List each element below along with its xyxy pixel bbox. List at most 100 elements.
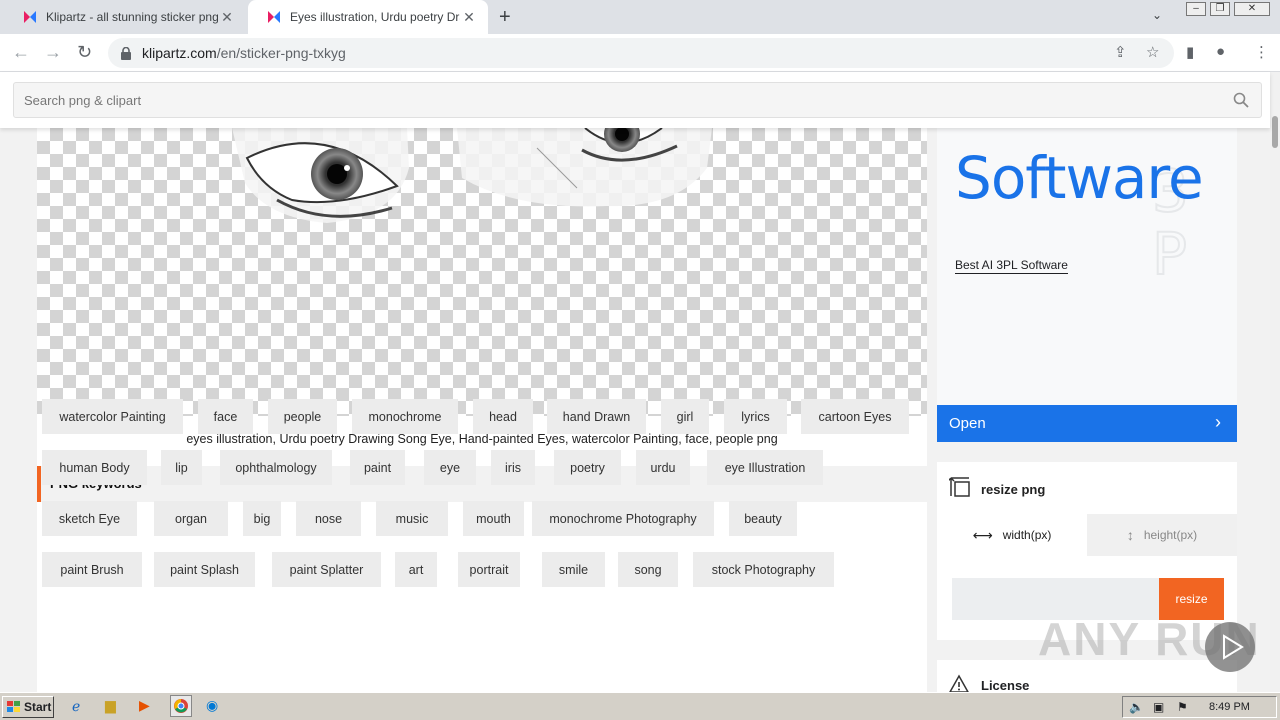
search-icon[interactable]	[1233, 92, 1249, 108]
keyword-tag[interactable]: lip	[161, 450, 202, 485]
browser-tab-2-active[interactable]: Eyes illustration, Urdu poetry Drawing S…	[248, 0, 488, 34]
edge-icon[interactable]: ◉	[206, 697, 218, 714]
main-column: eyes illustration, Urdu poetry Drawing S…	[37, 128, 927, 692]
width-tab-label: width(px)	[1002, 528, 1052, 542]
keyword-tag[interactable]: people	[268, 399, 337, 434]
minimize-icon[interactable]: –	[1186, 2, 1206, 16]
width-tab[interactable]: ⟷ width(px)	[937, 514, 1087, 556]
search-input[interactable]: Search png & clipart	[13, 82, 1262, 118]
tab-title: Klipartz - all stunning sticker png imag…	[46, 10, 218, 24]
search-placeholder: Search png & clipart	[24, 92, 142, 108]
keyword-tag[interactable]: monochrome	[352, 399, 458, 434]
share-icon[interactable]: ⇪	[1114, 43, 1127, 61]
new-tab-icon[interactable]: +	[499, 6, 511, 28]
menu-kebab-icon[interactable]: ⋮	[1254, 43, 1269, 61]
keyword-tag[interactable]: cartoon Eyes	[801, 399, 909, 434]
keyword-tag[interactable]: urdu	[636, 450, 690, 485]
reload-icon[interactable]: ↻	[77, 41, 92, 63]
flag-icon[interactable]: ⚑	[1177, 700, 1188, 714]
back-icon[interactable]: ←	[12, 41, 30, 63]
close-tab-icon[interactable]: ✕	[460, 9, 478, 26]
keyword-tag-list: watercolor Painting face people monochrome h…	[37, 399, 927, 692]
keyword-tag[interactable]: sketch Eye	[42, 501, 137, 536]
forward-icon[interactable]: →	[44, 41, 62, 63]
lock-icon	[121, 46, 131, 60]
height-arrows-icon: ↕	[1126, 527, 1134, 543]
ad-headline: Software	[955, 144, 1204, 212]
keyword-tag[interactable]: eye Illustration	[707, 450, 823, 485]
clock: 8:49 PM	[1209, 701, 1250, 713]
resize-icon	[949, 477, 970, 497]
chevron-right-icon: ›	[1215, 412, 1221, 432]
keyword-tag[interactable]: face	[198, 399, 253, 434]
height-tab-label: height(px)	[1143, 528, 1198, 542]
keyword-tag[interactable]: human Body	[42, 450, 147, 485]
tab-search-chevron-icon[interactable]: ⌄	[1152, 8, 1162, 22]
side-panel-icon[interactable]: ▮	[1186, 43, 1194, 61]
keyword-tag[interactable]: watercolor Painting	[42, 399, 183, 434]
keyword-tag[interactable]: art	[395, 552, 437, 587]
warning-triangle-icon	[949, 674, 969, 692]
keyword-tag[interactable]: iris	[491, 450, 535, 485]
windows-taskbar: Start ℯ ▆ ▶ ◉ 🔈 ▣ ⚑ 8:49 PM	[0, 692, 1280, 720]
keyword-tag[interactable]: mouth	[463, 501, 524, 536]
address-bar[interactable]: klipartz.com/en/sticker-png-txkyg	[108, 38, 1174, 68]
url-path: /en/sticker-png-txkyg	[216, 45, 346, 61]
bookmark-star-icon[interactable]: ☆	[1146, 43, 1159, 61]
start-button[interactable]: Start	[2, 696, 54, 718]
system-tray: 🔈 ▣ ⚑ 8:49 PM	[1122, 696, 1277, 718]
keyword-tag[interactable]: stock Photography	[693, 552, 834, 587]
close-tab-icon[interactable]: ✕	[218, 9, 236, 26]
scrollbar-thumb[interactable]	[1272, 116, 1278, 148]
keyword-tag[interactable]: eye	[424, 450, 476, 485]
chrome-icon	[174, 699, 188, 713]
network-icon[interactable]: ▣	[1153, 700, 1164, 714]
keyword-tag[interactable]: ophthalmology	[220, 450, 332, 485]
page-content: eyes illustration, Urdu poetry Drawing S…	[0, 128, 1270, 692]
klipartz-favicon-icon	[24, 11, 36, 23]
ad-subtitle-link[interactable]: Best AI 3PL Software	[955, 258, 1068, 274]
sidebar: 3 P Software Best AI 3PL Software Open ›…	[937, 128, 1237, 692]
volume-icon[interactable]: 🔈	[1129, 700, 1144, 714]
keyword-tag[interactable]: paint	[350, 450, 405, 485]
ad-banner[interactable]: 3 P Software Best AI 3PL Software	[937, 128, 1237, 405]
folder-icon[interactable]: ▆	[105, 697, 116, 714]
keyword-tag[interactable]: smile	[542, 552, 605, 587]
keyword-tag[interactable]: monochrome Photography	[532, 501, 714, 536]
height-tab[interactable]: ↕ height(px)	[1087, 514, 1237, 556]
keyword-tag[interactable]: portrait	[458, 552, 520, 587]
tab-title: Eyes illustration, Urdu poetry Drawing S…	[290, 10, 460, 24]
site-header: Search png & clipart	[0, 72, 1270, 128]
keyword-tag[interactable]: lyrics	[724, 399, 787, 434]
png-preview-image[interactable]	[37, 128, 927, 416]
close-window-icon[interactable]: ✕	[1234, 2, 1270, 16]
chrome-taskbar-button[interactable]	[170, 695, 192, 717]
keyword-tag[interactable]: song	[618, 552, 678, 587]
browser-tab-1[interactable]: Klipartz - all stunning sticker png imag…	[4, 0, 246, 34]
keyword-tag[interactable]: big	[243, 501, 281, 536]
license-title: License	[981, 678, 1030, 692]
keyword-tag[interactable]: hand Drawn	[547, 399, 646, 434]
page-scrollbar[interactable]	[1270, 72, 1280, 692]
keyword-tag[interactable]: girl	[661, 399, 709, 434]
keyword-tag[interactable]: music	[376, 501, 448, 536]
keyword-tag[interactable]: head	[473, 399, 533, 434]
url-host: klipartz.com	[142, 45, 217, 61]
keyword-tag[interactable]: poetry	[554, 450, 621, 485]
eyes-sketch-image	[232, 128, 712, 223]
keyword-tag[interactable]: organ	[154, 501, 228, 536]
keyword-tag[interactable]: beauty	[729, 501, 797, 536]
windows-logo-icon	[7, 701, 20, 712]
media-player-icon[interactable]: ▶	[139, 697, 150, 714]
keyword-tag[interactable]: paint Splatter	[272, 552, 381, 587]
ad-open-label: Open	[949, 415, 986, 432]
keyword-tag[interactable]: nose	[296, 501, 361, 536]
restore-icon[interactable]: ❐	[1210, 2, 1230, 16]
keyword-tag[interactable]: paint Brush	[42, 552, 142, 587]
tab-strip: Klipartz - all stunning sticker png imag…	[0, 0, 1280, 34]
klipartz-favicon-icon	[268, 11, 280, 23]
keyword-tag[interactable]: paint Splash	[154, 552, 255, 587]
profile-avatar-icon[interactable]: ●	[1216, 43, 1225, 60]
ad-open-button[interactable]: Open ›	[937, 405, 1237, 442]
ie-icon[interactable]: ℯ	[72, 698, 80, 715]
